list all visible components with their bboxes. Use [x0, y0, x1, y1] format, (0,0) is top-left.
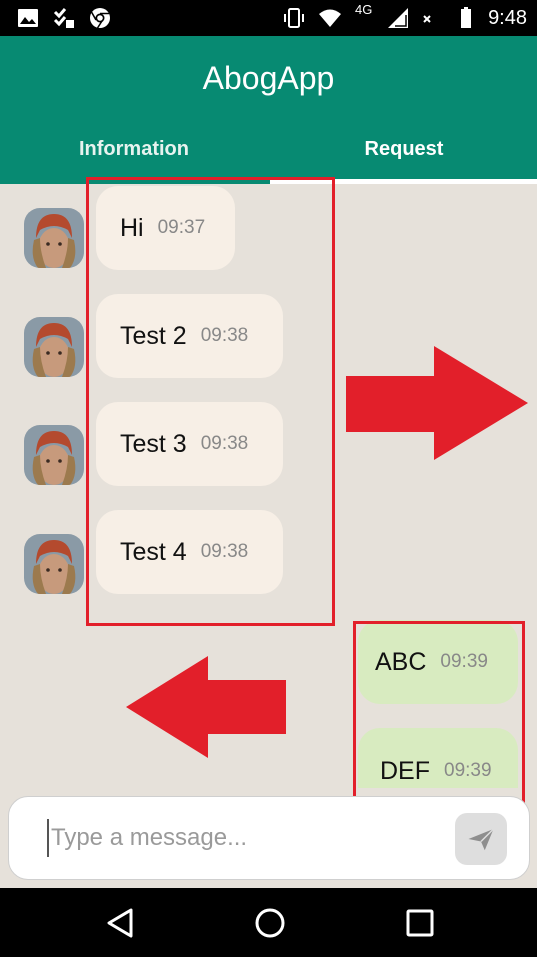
tab-information[interactable]: Information: [0, 138, 268, 161]
home-icon[interactable]: [253, 906, 287, 940]
navigation-bar: [0, 888, 537, 957]
app-bar: AbogApp Information Request: [0, 36, 537, 184]
avatar[interactable]: [24, 534, 84, 594]
wifi-icon: [319, 9, 341, 27]
avatar[interactable]: [24, 317, 84, 377]
recents-icon[interactable]: [403, 906, 437, 940]
chrome-icon: [90, 8, 110, 29]
status-time: 9:48: [488, 7, 527, 29]
user-avatar-icon: [24, 317, 84, 377]
status-bar: 4G 9:48: [0, 0, 537, 36]
message-input[interactable]: [47, 819, 433, 857]
outgoing-highlight-box: [353, 621, 525, 803]
battery-icon: [461, 7, 471, 28]
back-icon[interactable]: [103, 906, 137, 940]
send-button[interactable]: [455, 813, 507, 865]
chat-screen: 4G 9:48 AbogApp Information Request Hi 0…: [0, 0, 537, 957]
checklist-icon: [53, 8, 74, 28]
arrow-right-icon: [346, 346, 528, 460]
avatar[interactable]: [24, 208, 84, 268]
send-icon: [468, 828, 495, 851]
avatar[interactable]: [24, 425, 84, 485]
message-composer: [8, 796, 530, 880]
app-title: AbogApp: [202, 60, 335, 96]
user-avatar-icon: [24, 425, 84, 485]
image-icon: [18, 9, 38, 27]
x-icon: [423, 15, 431, 23]
network-type-label: 4G: [355, 2, 373, 17]
user-avatar-icon: [24, 208, 84, 268]
signal-icon: [388, 8, 408, 28]
incoming-highlight-box: [86, 177, 335, 626]
user-avatar-icon: [24, 534, 84, 594]
tab-request[interactable]: Request: [270, 138, 537, 161]
vibrate-icon: [284, 8, 304, 28]
arrow-left-icon: [126, 656, 286, 758]
